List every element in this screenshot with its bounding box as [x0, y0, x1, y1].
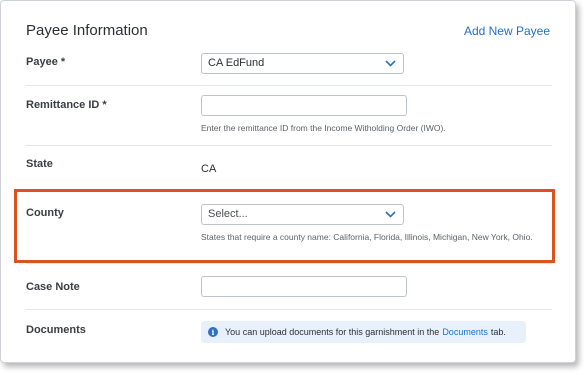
chevron-down-icon	[385, 211, 396, 218]
section-title: Payee Information	[26, 22, 148, 39]
documents-info-text: You can upload documents for this garnis…	[225, 327, 440, 337]
county-select[interactable]: Select...	[201, 204, 404, 225]
case-note-input[interactable]	[201, 276, 407, 297]
county-label: County	[26, 207, 64, 219]
state-row: State CA	[26, 146, 552, 190]
remittance-label: Remittance ID *	[26, 99, 107, 111]
county-row: County Select... States that require a c…	[26, 190, 552, 264]
case-note-label: Case Note	[26, 281, 80, 293]
chevron-down-icon	[385, 60, 396, 67]
documents-info-banner: i You can upload documents for this garn…	[201, 321, 526, 343]
county-help-text: States that require a county name: Calif…	[201, 232, 533, 242]
remittance-id-input[interactable]	[201, 95, 407, 116]
payee-select-value: CA EdFund	[208, 57, 265, 69]
add-new-payee-link[interactable]: Add New Payee	[464, 24, 550, 38]
documents-info-text-end: tab.	[490, 327, 506, 337]
payee-label: Payee *	[26, 56, 66, 68]
payee-information-card: Payee Information Add New Payee Payee * …	[0, 0, 576, 363]
remittance-help-text: Enter the remittance ID from the Income …	[201, 123, 446, 133]
case-note-row: Case Note	[26, 264, 552, 310]
county-select-placeholder: Select...	[208, 208, 248, 220]
payee-select[interactable]: CA EdFund	[201, 53, 404, 74]
info-icon: i	[208, 327, 218, 337]
state-value: CA	[201, 163, 217, 175]
documents-row: Documents i You can upload documents for…	[26, 310, 552, 362]
payee-row: Payee * CA EdFund	[26, 45, 552, 86]
state-label: State	[26, 158, 53, 170]
remittance-row: Remittance ID * Enter the remittance ID …	[26, 86, 552, 146]
documents-tab-link[interactable]: Documents	[442, 327, 488, 337]
documents-label: Documents	[26, 324, 86, 336]
